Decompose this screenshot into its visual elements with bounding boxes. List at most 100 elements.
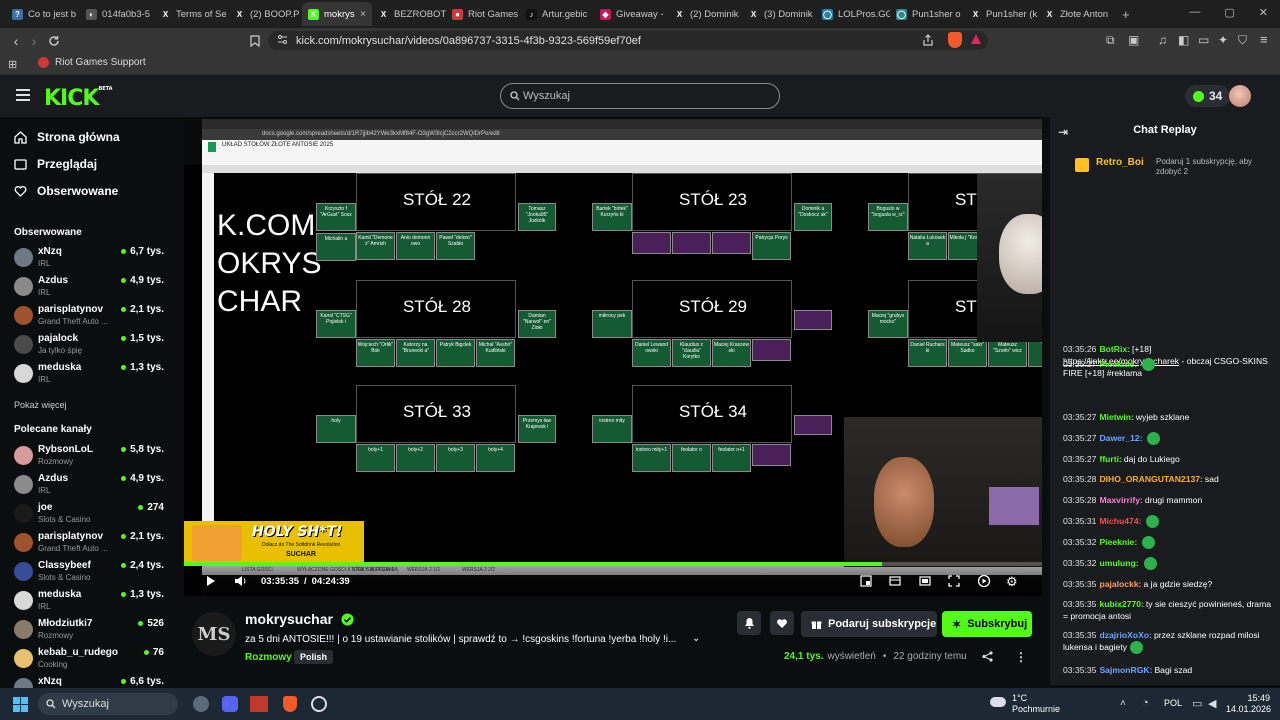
fullscreen-icon[interactable]	[948, 575, 960, 587]
clock[interactable]: 15:49 14.01.2026	[1226, 693, 1271, 715]
channel-row[interactable]: parisplatynov Grand Theft Auto ... 2,1 tys…	[14, 302, 164, 330]
sidebar-nav-browse[interactable]: Przeglądaj	[14, 154, 97, 174]
show-more-link[interactable]: Pokaż więcej	[14, 400, 67, 410]
browser-tab[interactable]: X Pun1sher (k	[964, 2, 1038, 26]
channel-row[interactable]: xNzq IRL 6,7 tys.	[14, 244, 164, 272]
menu-icon[interactable]: ≡	[1260, 32, 1268, 47]
media-icon[interactable]: ♫	[1158, 33, 1167, 47]
browser-tab[interactable]: X (2) BOOP.P	[228, 2, 302, 26]
volume-icon[interactable]: ◀	[1208, 697, 1216, 710]
discord-icon[interactable]	[222, 696, 238, 712]
message-username[interactable]: DIHO_ORANGUTAN2137:	[1099, 474, 1202, 484]
channel-row[interactable]: meduska IRL 1,3 tys.	[14, 587, 164, 615]
rewards-icon[interactable]	[970, 33, 982, 45]
browser-tab[interactable]: ◯ Pun1sher o	[890, 2, 964, 26]
channel-row[interactable]: RybsonLoL Rozmowy 5,8 tys.	[14, 442, 164, 470]
search-input[interactable]: Wyszukaj	[500, 83, 780, 109]
speed-icon[interactable]	[977, 574, 991, 588]
bookmark-icon[interactable]	[245, 31, 265, 51]
minimize-icon[interactable]: —	[1189, 6, 1200, 19]
channel-row[interactable]: pajalock Ja tylko śpię 1,5 tys.	[14, 331, 164, 359]
network-icon[interactable]: ▭	[1192, 697, 1202, 710]
new-tab-button[interactable]: +	[1122, 7, 1130, 22]
video-player[interactable]: docs.google.com/spreadsheets/d/1R7jjib42…	[184, 117, 1042, 596]
message-username[interactable]: Pieeknie:	[1099, 537, 1137, 547]
channel-row[interactable]: joe Slots & Casino 274	[14, 500, 164, 528]
message-username[interactable]: umulung:	[1099, 558, 1138, 568]
channel-row[interactable]: Classybeef Slots & Casino 2,4 tys.	[14, 558, 164, 586]
gift-subscription-button[interactable]: Podaruj subskrypcje	[801, 611, 937, 637]
extensions-icon[interactable]: ⧉	[1106, 33, 1115, 48]
browser-tab[interactable]: X Złote Anton	[1038, 2, 1112, 26]
channel-name-row[interactable]: mokrysuchar	[245, 611, 354, 627]
language-indicator[interactable]: POL	[1164, 698, 1182, 708]
sidebar-toggle-icon[interactable]: ◧	[1178, 33, 1189, 47]
screenshot-icon[interactable]: ▣	[1128, 33, 1139, 47]
app-icon-5[interactable]	[311, 696, 327, 712]
message-username[interactable]: ffurti:	[1099, 454, 1121, 464]
bookmark-riot-support[interactable]: Riot Games Support	[38, 57, 146, 68]
sidebar-nav-heart[interactable]: Obserwowane	[14, 181, 118, 201]
weather-widget[interactable]: 1°C Pochmurnie	[1012, 693, 1060, 715]
browser-tab[interactable]: ? Co to jest b	[6, 2, 80, 26]
vpn-icon[interactable]: ⛉	[1238, 33, 1247, 48]
browser-tab[interactable]: ◐ 014fa0b3-5	[80, 2, 154, 26]
points-badge[interactable]: 34	[1185, 85, 1231, 107]
forward-button[interactable]: ›	[24, 31, 44, 51]
leo-ai-icon[interactable]: ✦	[1218, 33, 1228, 47]
message-username[interactable]: BotRix:	[1099, 344, 1130, 354]
hamburger-menu-icon[interactable]	[16, 89, 30, 101]
brave-taskbar-icon[interactable]	[283, 696, 297, 712]
browser-tab[interactable]: X Terms of Se	[154, 2, 228, 26]
site-info-icon[interactable]	[277, 34, 288, 45]
tray-app-icon[interactable]: ◔	[1142, 697, 1149, 709]
app-icon-1[interactable]	[193, 696, 209, 712]
browser-tab[interactable]: ◆ Giveaway -	[594, 2, 668, 26]
language-tag[interactable]: Polish	[294, 650, 334, 664]
back-button[interactable]: ‹	[6, 31, 26, 51]
browser-tab[interactable]: ♪ Artur.gebic	[520, 2, 594, 26]
message-username[interactable]: dzajrioXoXo:	[1099, 630, 1152, 640]
apps-grid-icon[interactable]: ⊞	[8, 58, 17, 71]
browser-tab[interactable]: ● Riot Games	[446, 2, 520, 26]
message-username[interactable]: kubix2770:	[1099, 599, 1143, 609]
message-username[interactable]: Maxvirrify:	[1099, 495, 1142, 505]
wallet-icon[interactable]: ▭	[1198, 33, 1209, 47]
channel-row[interactable]: Azdus IRL 4,9 tys.	[14, 471, 164, 499]
app-icon-3[interactable]	[250, 696, 268, 712]
channel-row[interactable]: meduska IRL 1,3 tys.	[14, 360, 164, 388]
theater-icon[interactable]	[889, 575, 901, 587]
tab-close-icon[interactable]: ×	[360, 9, 366, 20]
play-icon[interactable]	[206, 575, 216, 587]
more-options-icon[interactable]: ⋮	[1015, 650, 1027, 664]
user-avatar[interactable]	[1229, 85, 1251, 107]
browser-tab[interactable]: ◯ LOLPros.GG	[816, 2, 890, 26]
message-username[interactable]: Michu474:	[1099, 516, 1141, 526]
browser-tab[interactable]: X (2) Dominik	[668, 2, 742, 26]
tray-chevron-icon[interactable]: ˄	[1120, 698, 1126, 709]
settings-gear-icon[interactable]: ⚙	[1006, 574, 1018, 590]
taskbar-search[interactable]: Wyszukaj	[38, 693, 178, 715]
channel-avatar[interactable]: MS	[192, 612, 236, 656]
message-username[interactable]: Pieeknie:	[1099, 359, 1137, 369]
brave-shield-icon[interactable]	[948, 32, 962, 48]
subscribe-button[interactable]: ✶ Subskrybuj	[942, 611, 1032, 637]
sidebar-nav-home[interactable]: Strona główna	[14, 127, 120, 147]
share-icon[interactable]	[982, 651, 993, 662]
follow-button[interactable]	[770, 611, 794, 635]
browser-tab[interactable]: Kmokrys ×	[302, 2, 372, 26]
expand-title-icon[interactable]: ⌄	[692, 633, 700, 644]
reload-icon[interactable]	[44, 31, 64, 51]
windows-start-icon[interactable]	[13, 697, 28, 712]
browser-tab[interactable]: X (3) Dominik	[742, 2, 816, 26]
maximize-icon[interactable]: ▢	[1224, 6, 1234, 19]
channel-row[interactable]: parisplatynov Grand Theft Auto ... 2,1 tys…	[14, 529, 164, 557]
message-username[interactable]: Dawer_12:	[1099, 433, 1142, 443]
channel-row[interactable]: Azdus IRL 4,9 tys.	[14, 273, 164, 301]
message-username[interactable]: SajmonRGK:	[1099, 665, 1152, 675]
message-username[interactable]: Mietwin:	[1099, 412, 1133, 422]
cinema-mode-icon[interactable]	[919, 575, 931, 587]
browser-tab[interactable]: X BEZROBOT	[372, 2, 446, 26]
kick-logo[interactable]: KICKBETA	[44, 86, 113, 111]
channel-row[interactable]: kebab_u_rudego Cooking 76	[14, 645, 164, 673]
